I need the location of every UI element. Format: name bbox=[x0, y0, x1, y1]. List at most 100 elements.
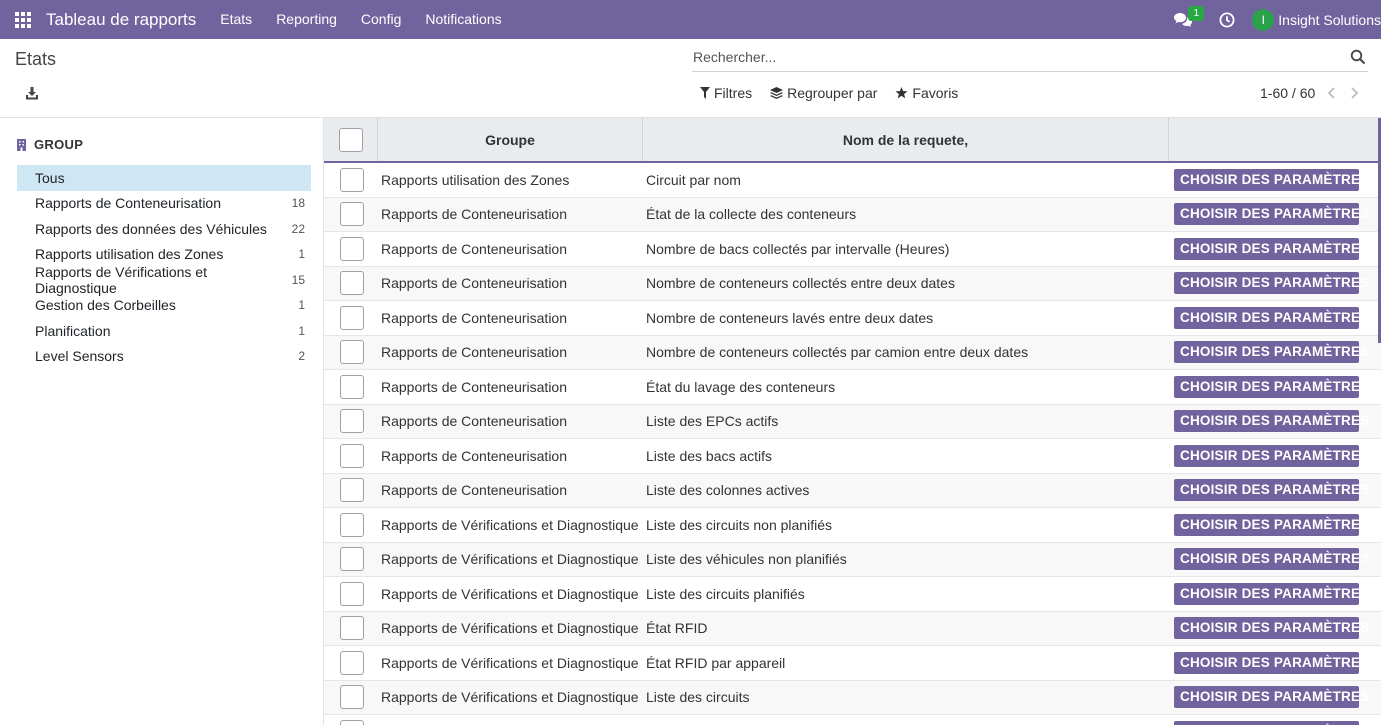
table-row[interactable]: Rapports de Conteneurisation Liste des co… bbox=[324, 473, 1381, 508]
choose-parameters-button[interactable]: CHOISIR DES PARAMÈTRES bbox=[1174, 168, 1369, 191]
cell-action: CHOISIR DES PARAMÈTRES bbox=[1169, 232, 1377, 266]
table-row[interactable]: Rapports de Conteneurisation Nombre de co… bbox=[324, 335, 1381, 370]
row-checkbox[interactable] bbox=[340, 271, 364, 296]
row-checkbox[interactable] bbox=[340, 719, 364, 725]
control-panel: Etats Filtres Regrouper par Favoris bbox=[0, 39, 1381, 118]
row-checkbox[interactable] bbox=[340, 512, 364, 537]
table-row[interactable]: Rapports de Conteneurisation Nombre de co… bbox=[324, 301, 1381, 336]
choose-parameters-button[interactable]: CHOISIR DES PARAMÈTRES bbox=[1174, 272, 1369, 295]
side-item[interactable]: Tous bbox=[17, 165, 311, 191]
column-header-actions bbox=[1169, 118, 1377, 161]
side-item[interactable]: Rapports des données des Véhicules 22 bbox=[17, 216, 311, 242]
groupby-button[interactable]: Regrouper par bbox=[770, 85, 877, 101]
column-header-nom[interactable]: Nom de la requete, bbox=[643, 118, 1169, 161]
table-row[interactable]: Rapports de Vérifications et Diagnostiqu… bbox=[324, 577, 1381, 612]
download-icon[interactable] bbox=[24, 85, 40, 101]
cell-nom-requete: Circuit par nom bbox=[646, 171, 741, 188]
choose-parameters-button[interactable]: CHOISIR DES PARAMÈTRES bbox=[1174, 237, 1369, 260]
table-row[interactable]: Rapports de Conteneurisation Nombre de co… bbox=[324, 266, 1381, 301]
side-item[interactable]: Gestion des Corbeilles 1 bbox=[17, 293, 311, 319]
table-row[interactable]: Rapports de Vérifications et Diagnostiqu… bbox=[324, 646, 1381, 681]
filters-button[interactable]: Filtres bbox=[700, 85, 752, 101]
table-row[interactable]: Rapports de Conteneurisation Liste des ba… bbox=[324, 439, 1381, 474]
avatar[interactable]: I bbox=[1252, 8, 1275, 31]
pager-value[interactable]: 1-60 / 60 bbox=[1260, 85, 1315, 101]
table-row[interactable]: Rapports de Conteneurisation Liste des EP… bbox=[324, 404, 1381, 439]
choose-parameters-button[interactable]: CHOISIR DES PARAMÈTRES bbox=[1174, 720, 1369, 725]
row-checkbox[interactable] bbox=[340, 685, 364, 710]
chevron-left-icon[interactable] bbox=[1327, 86, 1337, 100]
table-header: Groupe Nom de la requete, bbox=[324, 118, 1381, 163]
choose-parameters-button[interactable]: CHOISIR DES PARAMÈTRES bbox=[1174, 410, 1369, 433]
choose-parameters-button[interactable]: CHOISIR DES PARAMÈTRES bbox=[1174, 341, 1369, 364]
row-checkbox[interactable] bbox=[340, 650, 364, 675]
table-row[interactable]: CHOISIR DES PARAMÈTRES bbox=[324, 715, 1381, 725]
side-item[interactable]: Rapports de Vérifications et Diagnostiqu… bbox=[17, 264, 311, 296]
choose-parameters-button[interactable]: CHOISIR DES PARAMÈTRES bbox=[1174, 306, 1369, 329]
cell-nom-requete: Liste des colonnes actives bbox=[646, 482, 810, 499]
cell-action: CHOISIR DES PARAMÈTRES bbox=[1169, 266, 1377, 300]
table-row[interactable]: Rapports de Vérifications et Diagnostiqu… bbox=[324, 611, 1381, 646]
search-icon[interactable] bbox=[1350, 49, 1366, 65]
row-checkbox[interactable] bbox=[340, 616, 364, 641]
choose-parameters-button[interactable]: CHOISIR DES PARAMÈTRES bbox=[1174, 375, 1369, 398]
menu-notifications[interactable]: Notifications bbox=[413, 0, 513, 39]
choose-parameters-button[interactable]: CHOISIR DES PARAMÈTRES bbox=[1174, 479, 1369, 502]
search-input[interactable] bbox=[692, 44, 1332, 70]
menu-reporting[interactable]: Reporting bbox=[264, 0, 349, 39]
choose-parameters-button[interactable]: CHOISIR DES PARAMÈTRES bbox=[1174, 203, 1369, 226]
row-checkbox[interactable] bbox=[340, 236, 364, 261]
cell-nom-requete: Nombre de conteneurs lavés entre deux da… bbox=[646, 309, 934, 326]
choose-parameters-button[interactable]: CHOISIR DES PARAMÈTRES bbox=[1174, 513, 1369, 536]
menu-config[interactable]: Config bbox=[349, 0, 413, 39]
row-checkbox[interactable] bbox=[340, 547, 364, 572]
apps-menu-icon[interactable] bbox=[0, 0, 46, 39]
table-row[interactable]: Rapports de Conteneurisation État de la c… bbox=[324, 197, 1381, 232]
row-checkbox[interactable] bbox=[340, 340, 364, 365]
side-item-label: Tous bbox=[35, 169, 65, 186]
choose-parameters-button[interactable]: CHOISIR DES PARAMÈTRES bbox=[1174, 548, 1369, 571]
choose-parameters-button[interactable]: CHOISIR DES PARAMÈTRES bbox=[1174, 582, 1369, 605]
menu-etats[interactable]: Etats bbox=[208, 0, 264, 39]
side-item[interactable]: Planification 1 bbox=[17, 318, 311, 344]
row-checkbox[interactable] bbox=[340, 374, 364, 399]
table-row[interactable]: Rapports de Vérifications et Diagnostiqu… bbox=[324, 680, 1381, 715]
select-all-checkbox[interactable] bbox=[338, 127, 363, 152]
table-row[interactable]: Rapports utilisation des Zones Circuit pa… bbox=[324, 163, 1381, 198]
row-checkbox[interactable] bbox=[340, 167, 364, 192]
row-checkbox[interactable] bbox=[340, 202, 364, 227]
row-select-cell bbox=[324, 335, 378, 369]
side-item-label: Rapports de Conteneurisation bbox=[35, 195, 222, 212]
choose-parameters-button[interactable]: CHOISIR DES PARAMÈTRES bbox=[1174, 686, 1369, 709]
cell-action: CHOISIR DES PARAMÈTRES bbox=[1169, 163, 1377, 197]
side-item-label: Gestion des Corbeilles bbox=[35, 297, 176, 314]
row-select-cell bbox=[324, 542, 378, 576]
table-row[interactable]: Rapports de Vérifications et Diagnostiqu… bbox=[324, 542, 1381, 577]
messages-button[interactable]: 1 bbox=[1168, 0, 1205, 39]
row-checkbox[interactable] bbox=[340, 305, 364, 330]
cell-nom-requete: Liste des circuits bbox=[646, 689, 750, 706]
column-header-groupe[interactable]: Groupe bbox=[378, 118, 643, 161]
activities-button[interactable] bbox=[1212, 0, 1242, 39]
table-row[interactable]: Rapports de Vérifications et Diagnostiqu… bbox=[324, 508, 1381, 543]
table-row[interactable]: Rapports de Conteneurisation État du lava… bbox=[324, 370, 1381, 405]
cell-nom-requete: Liste des circuits non planifiés bbox=[646, 516, 832, 533]
row-checkbox[interactable] bbox=[340, 581, 364, 606]
table-row[interactable]: Rapports de Conteneurisation Nombre de ba… bbox=[324, 232, 1381, 267]
chevron-right-icon[interactable] bbox=[1349, 86, 1359, 100]
row-checkbox[interactable] bbox=[340, 478, 364, 503]
side-item-label: Level Sensors bbox=[35, 348, 124, 365]
company-switcher[interactable]: Insight Solutions bbox=[1278, 12, 1381, 28]
favorites-button[interactable]: Favoris bbox=[895, 85, 958, 101]
app-title[interactable]: Tableau de rapports bbox=[46, 10, 196, 30]
choose-parameters-button[interactable]: CHOISIR DES PARAMÈTRES bbox=[1174, 651, 1369, 674]
row-checkbox[interactable] bbox=[340, 409, 364, 434]
choose-parameters-button[interactable]: CHOISIR DES PARAMÈTRES bbox=[1174, 444, 1369, 467]
chat-badge: 1 bbox=[1188, 6, 1205, 21]
choose-parameters-button[interactable]: CHOISIR DES PARAMÈTRES bbox=[1174, 617, 1369, 640]
side-item[interactable]: Level Sensors 2 bbox=[17, 344, 311, 370]
cell-nom-requete: État RFID par appareil bbox=[646, 654, 786, 671]
side-item[interactable]: Rapports de Conteneurisation 18 bbox=[17, 191, 311, 217]
cell-action: CHOISIR DES PARAMÈTRES bbox=[1169, 508, 1377, 542]
row-checkbox[interactable] bbox=[340, 443, 364, 468]
